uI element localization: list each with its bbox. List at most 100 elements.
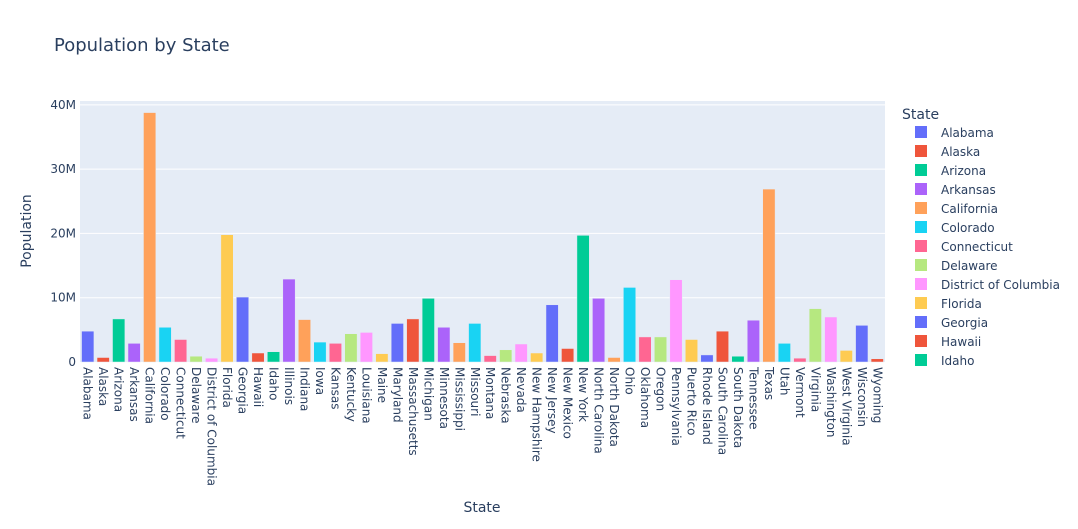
bar-missouri — [468, 323, 482, 363]
x-tick-label: Alaska — [96, 367, 110, 406]
legend-label: Delaware — [941, 259, 998, 273]
legend-item[interactable]: Colorado — [915, 221, 995, 235]
x-axis-label: State — [463, 500, 500, 516]
x-tick-label: North Dakota — [607, 367, 621, 447]
bar-wyoming — [870, 358, 884, 363]
legend-label: Hawaii — [941, 335, 981, 349]
legend-swatch — [915, 278, 927, 290]
bar-new-york — [576, 235, 590, 363]
bar-georgia — [236, 296, 249, 363]
x-tick-label: Puerto Rico — [684, 367, 698, 435]
bar-kansas — [328, 343, 342, 363]
bar-tennessee — [746, 319, 760, 363]
x-tick-label: Maine — [375, 367, 389, 403]
x-tick-label: Virginia — [808, 367, 822, 412]
legend-label: Arkansas — [941, 183, 996, 197]
legend-label: Colorado — [941, 221, 995, 235]
bar-connecticut — [174, 339, 188, 363]
legend-item[interactable]: Idaho — [915, 354, 974, 368]
bar-louisiana — [359, 332, 373, 363]
legend-swatch — [915, 354, 927, 366]
legend-item[interactable]: Florida — [915, 297, 982, 311]
x-tick-label: South Carolina — [715, 367, 729, 455]
legend-swatch — [915, 259, 927, 271]
x-tick-label: Vermont — [793, 367, 807, 418]
x-tick-label: Pennsylvania — [669, 367, 683, 446]
legend-item[interactable]: Georgia — [915, 316, 988, 330]
x-tick-label: Montana — [483, 367, 497, 419]
legend-item[interactable]: Hawaii — [915, 335, 981, 349]
bar-oregon — [654, 336, 667, 363]
bar-kentucky — [344, 333, 358, 363]
legend-label: California — [941, 202, 998, 216]
x-tick-label: Delaware — [189, 367, 203, 424]
x-tick-label: New Hampshire — [530, 367, 544, 462]
legend-label: Idaho — [941, 354, 974, 368]
legend-item[interactable]: Connecticut — [915, 240, 1013, 254]
x-tick-label: Iowa — [313, 367, 327, 395]
bar-alaska — [96, 357, 110, 363]
x-tick-label: Michigan — [421, 367, 435, 421]
legend-item[interactable]: Arkansas — [915, 183, 996, 197]
bar-ohio — [623, 287, 637, 363]
bar-idaho — [267, 351, 280, 363]
legend-swatch — [915, 126, 927, 138]
x-tick-label: Oregon — [654, 367, 668, 411]
x-tick-label: Colorado — [158, 367, 172, 421]
x-tick-label: Utah — [777, 367, 791, 395]
x-tick-label: Arizona — [112, 367, 126, 412]
legend-item[interactable]: District of Columbia — [915, 278, 1060, 292]
bar-michigan — [421, 298, 435, 363]
bar-iowa — [313, 341, 327, 363]
x-tick-label: Kentucky — [344, 367, 358, 422]
legend-item[interactable]: California — [915, 202, 998, 216]
x-tick-label: Idaho — [267, 367, 281, 400]
bar-new-hampshire — [530, 352, 544, 363]
x-tick-label: Missouri — [468, 367, 482, 416]
bar-indiana — [298, 319, 311, 363]
legend-swatch — [915, 202, 927, 214]
x-tick-label: Louisiana — [359, 367, 373, 424]
bar-vermont — [793, 357, 807, 363]
x-tick-label: Alabama — [81, 367, 95, 420]
legend-item[interactable]: Illinois — [915, 373, 979, 387]
legend-item[interactable]: Arizona — [915, 164, 986, 178]
bar-florida — [220, 234, 234, 363]
bar-pennsylvania — [669, 279, 683, 363]
bar-virginia — [808, 308, 822, 363]
legend-item[interactable]: Alaska — [915, 145, 980, 159]
y-tick-label: 10M — [50, 291, 76, 305]
x-tick-label: New Jersey — [545, 367, 559, 434]
x-tick-label: Nevada — [514, 367, 528, 413]
chart-title: Population by State — [54, 35, 230, 56]
bar-washington — [824, 316, 838, 363]
legend-item[interactable]: Delaware — [915, 259, 998, 273]
legend-item[interactable]: Alabama — [915, 126, 994, 140]
bar-oklahoma — [638, 336, 652, 363]
x-tick-label: Wyoming — [870, 367, 884, 423]
x-tick-label: Texas — [762, 366, 776, 400]
bar-delaware — [189, 355, 203, 363]
x-tick-label: Connecticut — [174, 367, 188, 439]
bar-mississippi — [452, 342, 466, 363]
x-tick-label: District of Columbia — [205, 367, 219, 486]
legend-swatch — [915, 183, 927, 195]
x-tick-label: Minnesota — [437, 367, 451, 429]
x-tick-label: Massachusetts — [406, 367, 420, 456]
x-tick-label: Mississippi — [452, 367, 466, 431]
x-tick-label: West Virginia — [839, 367, 853, 446]
legend-label: Arizona — [941, 164, 986, 178]
x-tick-label: Maryland — [390, 367, 404, 423]
bar-maryland — [390, 323, 404, 363]
bar-south-carolina — [716, 330, 729, 363]
x-tick-label: Ohio — [623, 367, 637, 395]
bar-maine — [375, 353, 389, 363]
x-tick-label: Illinois — [282, 367, 296, 405]
bar-hawaii — [251, 352, 265, 363]
bar-north-carolina — [592, 298, 606, 363]
y-tick-label: 40M — [50, 98, 76, 112]
legend-label: Alaska — [941, 145, 980, 159]
bar-nevada — [514, 343, 528, 363]
legend-swatch — [915, 316, 927, 328]
bar-arizona — [112, 318, 126, 363]
